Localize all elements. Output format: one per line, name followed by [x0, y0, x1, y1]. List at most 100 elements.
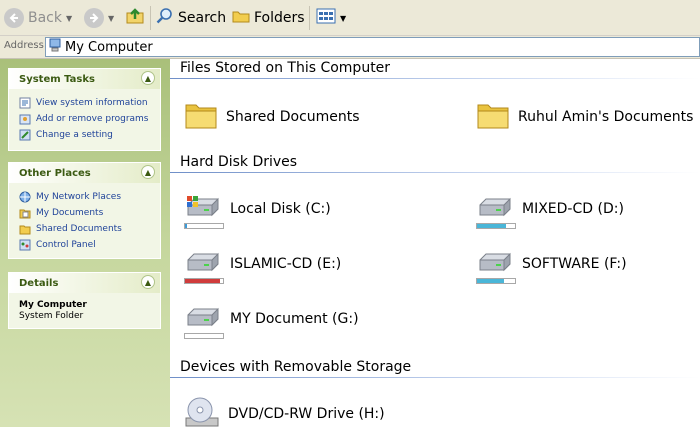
details-header[interactable]: Details ▲	[9, 273, 160, 293]
hard-disk-icon	[476, 250, 514, 278]
my-documents-label: My Documents	[36, 208, 104, 218]
system-drive-icon	[184, 195, 222, 223]
control-panel-icon	[19, 129, 31, 141]
search-label: Search	[178, 10, 227, 26]
chevron-down-icon: ▼	[340, 13, 347, 23]
shared-documents-label: Shared Documents	[36, 224, 122, 234]
user-documents-label: Ruhul Amin's Documents	[518, 109, 694, 125]
section-header-files: Files Stored on This Computer	[180, 60, 391, 76]
drive-usage-bar	[476, 278, 516, 284]
drive-usage-fill	[185, 224, 188, 228]
dvd-drive-label: DVD/CD-RW Drive (H:)	[228, 406, 385, 422]
folders-icon	[232, 7, 250, 29]
hard-disk-icon	[184, 305, 222, 333]
section-divider	[170, 377, 700, 378]
user-documents-folder[interactable]: Ruhul Amin's Documents	[476, 99, 693, 135]
chevron-down-icon[interactable]: ▼	[108, 14, 114, 23]
details-title: Details	[19, 277, 59, 289]
view-system-info-label: View system information	[36, 98, 148, 108]
back-label: Back	[28, 10, 62, 26]
task-pane: System Tasks ▲ View system information A…	[0, 59, 170, 427]
drive-usage-bar	[184, 223, 224, 229]
content-pane: Files Stored on This Computer Shared Doc…	[170, 59, 700, 427]
system-tasks-title: System Tasks	[19, 73, 95, 85]
search-button[interactable]: Search	[156, 6, 226, 30]
add-remove-programs-link[interactable]: Add or remove programs	[19, 111, 160, 127]
add-remove-programs-icon	[19, 113, 31, 125]
drive-usage-fill	[477, 224, 506, 228]
views-button[interactable]: ▼	[316, 6, 346, 30]
system-tasks-header[interactable]: System Tasks ▲	[9, 69, 160, 89]
collapse-icon[interactable]: ▲	[141, 165, 155, 179]
toolbar-separator	[150, 6, 151, 30]
control-panel-label: Control Panel	[36, 240, 96, 250]
views-icon	[316, 8, 336, 28]
up-folder-button[interactable]	[126, 6, 144, 30]
folders-button[interactable]: Folders	[232, 6, 305, 30]
toolbar: Back ▼ ▼ Search Folders ▼	[0, 0, 700, 36]
up-folder-icon	[126, 7, 144, 29]
address-bar: Address My Computer	[0, 36, 700, 59]
view-system-info-link[interactable]: View system information	[19, 95, 160, 111]
chevron-down-icon[interactable]: ▼	[66, 14, 72, 23]
section-header-removable: Devices with Removable Storage	[180, 359, 412, 375]
drive-usage-fill	[477, 279, 504, 283]
address-value: My Computer	[65, 39, 153, 55]
drive-label: MIXED-CD (D:)	[522, 201, 624, 217]
drive-item[interactable]: ISLAMIC-CD (E:)	[184, 250, 341, 278]
details-type: System Folder	[19, 311, 84, 321]
other-places-title: Other Places	[19, 167, 91, 179]
collapse-icon[interactable]: ▲	[141, 275, 155, 289]
drive-item[interactable]: MY Document (G:)	[184, 305, 359, 333]
system-info-icon	[19, 97, 31, 109]
hard-disk-icon	[476, 195, 514, 223]
address-label: Address	[4, 40, 44, 51]
drive-usage-bar	[184, 333, 224, 339]
forward-button[interactable]: ▼	[84, 6, 114, 30]
back-arrow-icon	[4, 8, 24, 28]
control-panel-link[interactable]: Control Panel	[19, 237, 160, 253]
drive-label: SOFTWARE (F:)	[522, 256, 627, 272]
section-header-hard-disks: Hard Disk Drives	[180, 154, 298, 170]
drive-usage-fill	[185, 279, 220, 283]
folder-icon	[476, 99, 510, 135]
shared-folder-icon	[19, 223, 31, 235]
my-network-places-link[interactable]: My Network Places	[19, 189, 160, 205]
hard-disk-icon	[184, 250, 222, 278]
drive-label: MY Document (G:)	[230, 311, 359, 327]
shared-documents-link[interactable]: Shared Documents	[19, 221, 160, 237]
add-remove-programs-label: Add or remove programs	[36, 114, 149, 124]
system-tasks-panel: System Tasks ▲ View system information A…	[8, 68, 161, 151]
change-setting-link[interactable]: Change a setting	[19, 127, 160, 143]
network-icon	[19, 191, 31, 203]
shared-documents-label: Shared Documents	[226, 109, 360, 125]
details-panel: Details ▲ My Computer System Folder	[8, 272, 161, 329]
other-places-panel: Other Places ▲ My Network Places My Docu…	[8, 162, 161, 259]
drive-item[interactable]: MIXED-CD (D:)	[476, 195, 624, 223]
my-documents-icon	[19, 207, 31, 219]
section-divider	[170, 172, 700, 173]
drive-item[interactable]: SOFTWARE (F:)	[476, 250, 627, 278]
drive-item[interactable]: Local Disk (C:)	[184, 195, 331, 223]
drive-usage-bar	[476, 223, 516, 229]
section-divider	[170, 78, 700, 79]
back-button[interactable]: Back ▼	[4, 6, 72, 30]
drive-label: ISLAMIC-CD (E:)	[230, 256, 342, 272]
shared-documents-folder[interactable]: Shared Documents	[184, 99, 360, 135]
folder-icon	[184, 99, 218, 135]
folders-label: Folders	[254, 10, 305, 26]
my-computer-icon	[49, 38, 61, 56]
drive-usage-bar	[184, 278, 224, 284]
drive-label: Local Disk (C:)	[230, 201, 331, 217]
collapse-icon[interactable]: ▲	[141, 71, 155, 85]
details-name: My Computer	[19, 300, 87, 310]
search-icon	[156, 7, 174, 29]
address-field[interactable]: My Computer	[45, 37, 700, 57]
my-documents-link[interactable]: My Documents	[19, 205, 160, 221]
other-places-header[interactable]: Other Places ▲	[9, 163, 160, 183]
toolbar-separator	[309, 6, 310, 30]
change-setting-label: Change a setting	[36, 130, 113, 140]
forward-arrow-icon	[84, 8, 104, 28]
my-network-places-label: My Network Places	[36, 192, 122, 202]
control-panel-icon	[19, 239, 31, 251]
